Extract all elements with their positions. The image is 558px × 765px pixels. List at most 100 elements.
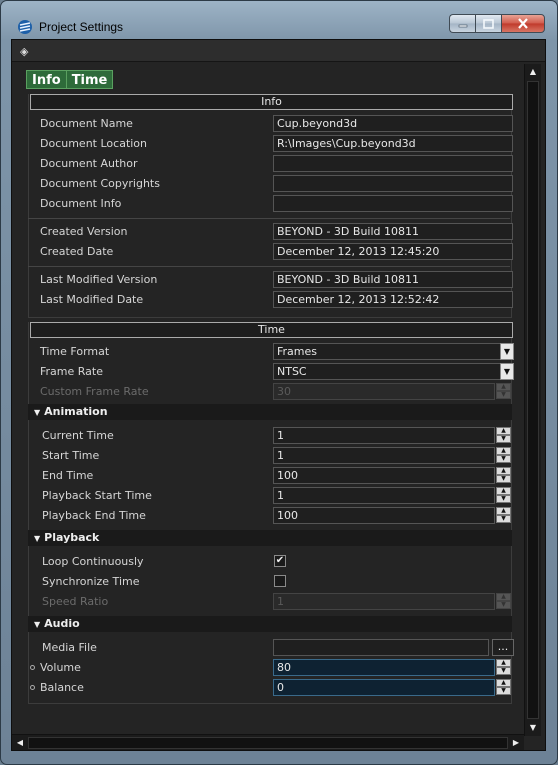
settings-client-area: ◈ Info Time Info Document Name Cup.beyon… <box>11 39 546 751</box>
document-location-field[interactable]: R:\Images\Cup.beyond3d <box>273 135 513 152</box>
spinner-down-icon[interactable]: ▼ <box>496 667 511 675</box>
frame-rate-label: Frame Rate <box>40 365 103 378</box>
animatable-dot-icon[interactable] <box>30 685 35 690</box>
horizontal-scrollbar[interactable]: ◀ ▶ <box>12 734 524 750</box>
spinner-up-icon[interactable]: ▲ <box>496 487 511 495</box>
spinner-up-icon[interactable]: ▲ <box>496 507 511 515</box>
spinner-down-icon[interactable]: ▼ <box>496 495 511 503</box>
synchronize-time-label: Synchronize Time <box>42 575 140 588</box>
title-bar[interactable]: Project Settings <box>1 1 557 39</box>
current-time-spinner[interactable]: ▲ ▼ <box>496 427 511 444</box>
document-info-row: Document Info <box>38 194 514 214</box>
playback-end-time-label: Playback End Time <box>42 509 146 522</box>
balance-spinner[interactable]: ▲ ▼ <box>496 679 511 696</box>
document-location-label: Document Location <box>40 137 148 150</box>
start-time-spinner[interactable]: ▲ ▼ <box>496 447 511 464</box>
last-modified-version-field[interactable]: BEYOND - 3D Build 10811 <box>273 271 513 288</box>
spinner-up-icon[interactable]: ▲ <box>496 659 511 667</box>
volume-field[interactable]: 80 <box>273 659 495 676</box>
time-section-header: Time <box>30 322 513 338</box>
scroll-right-icon[interactable]: ▶ <box>508 735 524 751</box>
spinner-up-icon[interactable]: ▲ <box>496 679 511 687</box>
volume-label: Volume <box>40 661 81 674</box>
document-name-row: Document Name Cup.beyond3d <box>38 114 514 134</box>
scroll-up-icon[interactable]: ▲ <box>525 64 541 80</box>
document-name-field[interactable]: Cup.beyond3d <box>273 115 513 132</box>
balance-field[interactable]: 0 <box>273 679 495 696</box>
created-version-label: Created Version <box>40 225 128 238</box>
info-divider-1 <box>28 218 510 219</box>
end-time-spinner[interactable]: ▲ ▼ <box>496 467 511 484</box>
playback-group-header[interactable]: ▼ Playback <box>28 530 512 546</box>
custom-frame-rate-label: Custom Frame Rate <box>40 385 149 398</box>
vertical-scrollbar[interactable]: ▲ ▼ <box>524 64 541 736</box>
scroll-left-icon[interactable]: ◀ <box>12 735 28 751</box>
scroll-down-icon[interactable]: ▼ <box>525 720 541 736</box>
start-time-label: Start Time <box>42 449 100 462</box>
start-time-field[interactable]: 1 <box>273 447 495 464</box>
minimize-button[interactable] <box>449 14 475 33</box>
custom-frame-rate-spinner: ▲ ▼ <box>496 383 511 400</box>
loop-continuously-checkbox[interactable]: ✔ <box>274 555 286 567</box>
document-copyrights-field[interactable] <box>273 175 513 192</box>
time-format-row: Time Format Frames ▼ <box>38 342 514 362</box>
volume-spinner[interactable]: ▲ ▼ <box>496 659 511 676</box>
time-format-dropdown-icon[interactable]: ▼ <box>500 343 514 360</box>
close-button[interactable] <box>501 14 545 33</box>
info-divider-2 <box>28 266 510 267</box>
custom-frame-rate-field: 30 <box>273 383 495 400</box>
playback-start-time-label: Playback Start Time <box>42 489 152 502</box>
audio-group-header[interactable]: ▼ Audio <box>28 616 512 632</box>
media-file-row: Media File ... <box>38 638 514 658</box>
current-time-field[interactable]: 1 <box>273 427 495 444</box>
animation-group-header[interactable]: ▼ Animation <box>28 404 512 420</box>
spinner-down-icon[interactable]: ▼ <box>496 455 511 463</box>
project-settings-window: Project Settings ◈ Info Time Info Docume… <box>0 0 558 765</box>
playback-end-time-field[interactable]: 100 <box>273 507 495 524</box>
created-version-field[interactable]: BEYOND - 3D Build 10811 <box>273 223 513 240</box>
collapse-arrow-icon: ▼ <box>34 408 41 417</box>
collapse-arrow-icon: ▼ <box>34 534 41 543</box>
balance-label: Balance <box>40 681 84 694</box>
document-name-label: Document Name <box>40 117 133 130</box>
media-file-field[interactable] <box>273 639 489 656</box>
frame-rate-dropdown-icon[interactable]: ▼ <box>500 363 514 380</box>
playback-start-time-field[interactable]: 1 <box>273 487 495 504</box>
window-controls <box>449 14 545 33</box>
created-version-row: Created Version BEYOND - 3D Build 10811 <box>38 222 514 242</box>
spinner-down-icon[interactable]: ▼ <box>496 515 511 523</box>
spinner-up-icon[interactable]: ▲ <box>496 467 511 475</box>
audio-group-label: Audio <box>44 617 80 630</box>
playback-start-time-spinner[interactable]: ▲ ▼ <box>496 487 511 504</box>
synchronize-time-checkbox[interactable] <box>274 575 286 587</box>
playback-end-time-spinner[interactable]: ▲ ▼ <box>496 507 511 524</box>
maximize-button[interactable] <box>475 14 501 33</box>
document-info-field[interactable] <box>273 195 513 212</box>
created-date-field[interactable]: December 12, 2013 12:45:20 <box>273 243 513 260</box>
animatable-dot-icon[interactable] <box>30 665 35 670</box>
frame-rate-select[interactable]: NTSC <box>273 363 513 380</box>
last-modified-date-field[interactable]: December 12, 2013 12:52:42 <box>273 291 513 308</box>
document-copyrights-label: Document Copyrights <box>40 177 160 190</box>
spinner-down-icon[interactable]: ▼ <box>496 435 511 443</box>
media-file-browse-button[interactable]: ... <box>492 639 514 656</box>
last-modified-date-row: Last Modified Date December 12, 2013 12:… <box>38 290 514 310</box>
spinner-down-icon[interactable]: ▼ <box>496 687 511 695</box>
diamond-pin-icon[interactable]: ◈ <box>20 45 28 58</box>
spinner-up-icon[interactable]: ▲ <box>496 447 511 455</box>
end-time-field[interactable]: 100 <box>273 467 495 484</box>
speed-ratio-label: Speed Ratio <box>42 595 109 608</box>
horizontal-scroll-thumb[interactable] <box>28 737 508 749</box>
document-author-field[interactable] <box>273 155 513 172</box>
document-author-label: Document Author <box>40 157 138 170</box>
vertical-scroll-thumb[interactable] <box>527 81 539 719</box>
document-author-row: Document Author <box>38 154 514 174</box>
tab-time[interactable]: Time <box>66 70 114 89</box>
tab-info[interactable]: Info <box>26 70 67 89</box>
spinner-up-icon: ▲ <box>496 593 511 601</box>
created-date-row: Created Date December 12, 2013 12:45:20 <box>38 242 514 262</box>
loop-continuously-label: Loop Continuously <box>42 555 144 568</box>
time-format-select[interactable]: Frames <box>273 343 513 360</box>
spinner-up-icon[interactable]: ▲ <box>496 427 511 435</box>
spinner-down-icon[interactable]: ▼ <box>496 475 511 483</box>
